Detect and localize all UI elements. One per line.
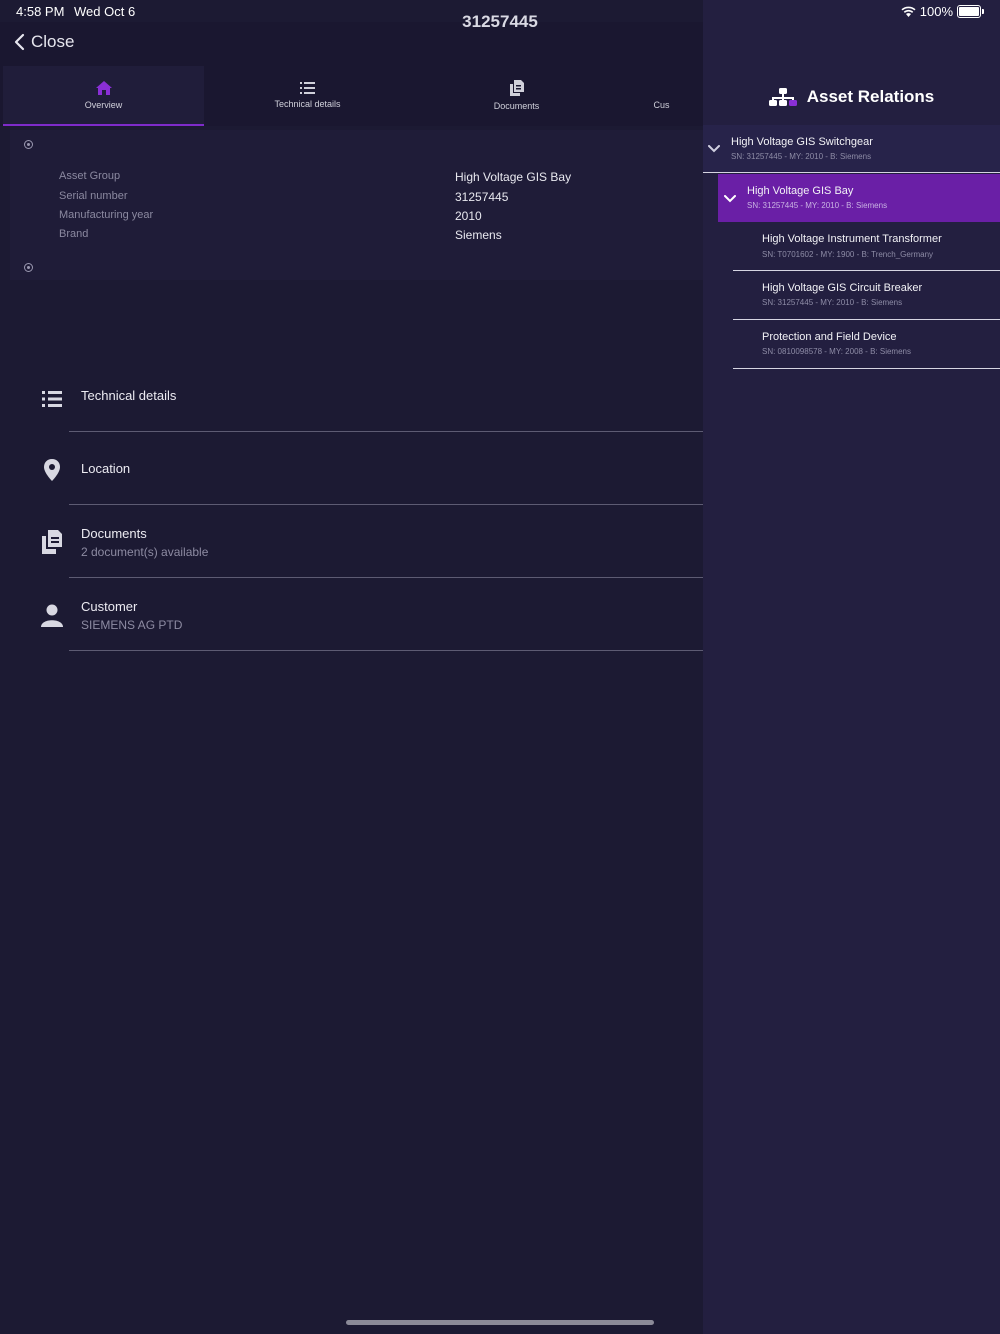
relation-name: High Voltage GIS Switchgear — [731, 136, 873, 148]
status-time: 4:58 PM — [16, 4, 65, 19]
section-documents[interactable]: Documents 2 document(s) available — [0, 505, 703, 578]
page-title: 31257445 — [462, 12, 538, 31]
divider — [69, 650, 703, 651]
location-pin-icon — [44, 459, 60, 481]
asset-relations-header: Asset Relations — [703, 70, 1000, 124]
serial-number-value: 31257445 — [455, 190, 509, 204]
section-title: Location — [81, 461, 131, 476]
tab-customer[interactable]: Cus — [625, 66, 703, 124]
close-label: Close — [31, 32, 75, 51]
relation-name: High Voltage GIS Circuit Breaker — [762, 282, 923, 294]
section-customer[interactable]: Customer SIEMENS AG PTD — [0, 578, 703, 651]
relation-item-protection-device[interactable]: Protection and Field Device SN: 08100985… — [733, 320, 1000, 369]
section-title: Technical details — [81, 388, 177, 403]
battery-nub — [982, 9, 984, 14]
overview-card: Asset Group High Voltage GIS Bay Serial … — [10, 130, 703, 280]
chevron-down-icon[interactable] — [708, 145, 720, 153]
relation-name: High Voltage GIS Bay — [747, 185, 854, 197]
relation-item-instrument-transformer[interactable]: High Voltage Instrument Transformer SN: … — [733, 222, 1000, 271]
relation-meta: SN: T0701602 - MY: 1900 - B: Trench_Germ… — [762, 250, 934, 259]
home-icon — [95, 80, 112, 95]
relation-item-circuit-breaker[interactable]: High Voltage GIS Circuit Breaker SN: 312… — [733, 271, 1000, 320]
relation-name: High Voltage Instrument Transformer — [762, 233, 942, 245]
section-technical-details[interactable]: Technical details — [0, 359, 703, 432]
wifi-icon — [901, 6, 916, 17]
tab-documents[interactable]: Documents — [416, 66, 617, 124]
section-location[interactable]: Location — [0, 432, 703, 505]
section-title: Documents — [81, 526, 147, 541]
status-indicators: 100% — [901, 4, 984, 19]
tab-technical-details[interactable]: Technical details — [207, 66, 408, 124]
documents-icon — [509, 79, 524, 96]
status-date: Wed Oct 6 — [74, 4, 136, 19]
brand-label: Brand — [59, 228, 89, 240]
list-icon — [42, 391, 62, 407]
asset-group-label: Asset Group — [59, 170, 121, 182]
hierarchy-icon — [768, 88, 797, 106]
person-icon — [41, 604, 63, 627]
divider — [703, 172, 1000, 173]
asset-detail-pane: Close Overview Technical details Documen… — [0, 0, 703, 1334]
section-title: Customer — [81, 599, 138, 614]
relation-name: Protection and Field Device — [762, 331, 897, 343]
section-subtitle: SIEMENS AG PTD — [81, 618, 183, 632]
relation-meta: SN: 31257445 - MY: 2010 - B: Siemens — [731, 152, 872, 161]
battery-percent: 100% — [919, 4, 953, 19]
tab-overview[interactable]: Overview — [3, 66, 204, 126]
tab-label: Technical details — [274, 98, 341, 109]
tab-label: Overview — [84, 99, 123, 110]
asset-relations-panel: Asset Relations High Voltage GIS Switchg… — [703, 0, 1000, 1334]
asset-group-value: High Voltage GIS Bay — [455, 170, 572, 184]
tab-label: Cus — [653, 99, 670, 110]
relation-meta: SN: 0810098578 - MY: 2008 - B: Siemens — [762, 347, 911, 356]
chevron-down-icon[interactable] — [724, 195, 736, 203]
divider — [733, 368, 1000, 369]
brand-value: Siemens — [455, 228, 502, 242]
tab-label: Documents — [493, 100, 540, 111]
serial-number-label: Serial number — [59, 190, 128, 202]
chevron-left-icon — [14, 33, 25, 51]
section-subtitle: 2 document(s) available — [81, 545, 209, 559]
decoration-dot — [24, 263, 33, 272]
manufacturing-year-value: 2010 — [455, 209, 482, 223]
tab-bar: Overview Technical details Documents Cus — [0, 66, 703, 126]
relation-meta: SN: 31257445 - MY: 2010 - B: Siemens — [747, 201, 888, 210]
relation-meta: SN: 31257445 - MY: 2010 - B: Siemens — [762, 298, 903, 307]
decoration-dot — [24, 140, 33, 149]
list-icon — [300, 81, 315, 94]
battery-icon — [957, 5, 981, 18]
relation-item-gis-bay[interactable]: High Voltage GIS Bay SN: 31257445 - MY: … — [718, 174, 1000, 222]
relation-item-switchgear[interactable]: High Voltage GIS Switchgear SN: 31257445… — [703, 125, 1000, 173]
close-button[interactable]: Close — [14, 32, 74, 52]
home-indicator[interactable] — [346, 1320, 654, 1325]
asset-relations-title: Asset Relations — [806, 87, 935, 106]
documents-icon — [42, 530, 62, 554]
manufacturing-year-label: Manufacturing year — [59, 209, 154, 221]
